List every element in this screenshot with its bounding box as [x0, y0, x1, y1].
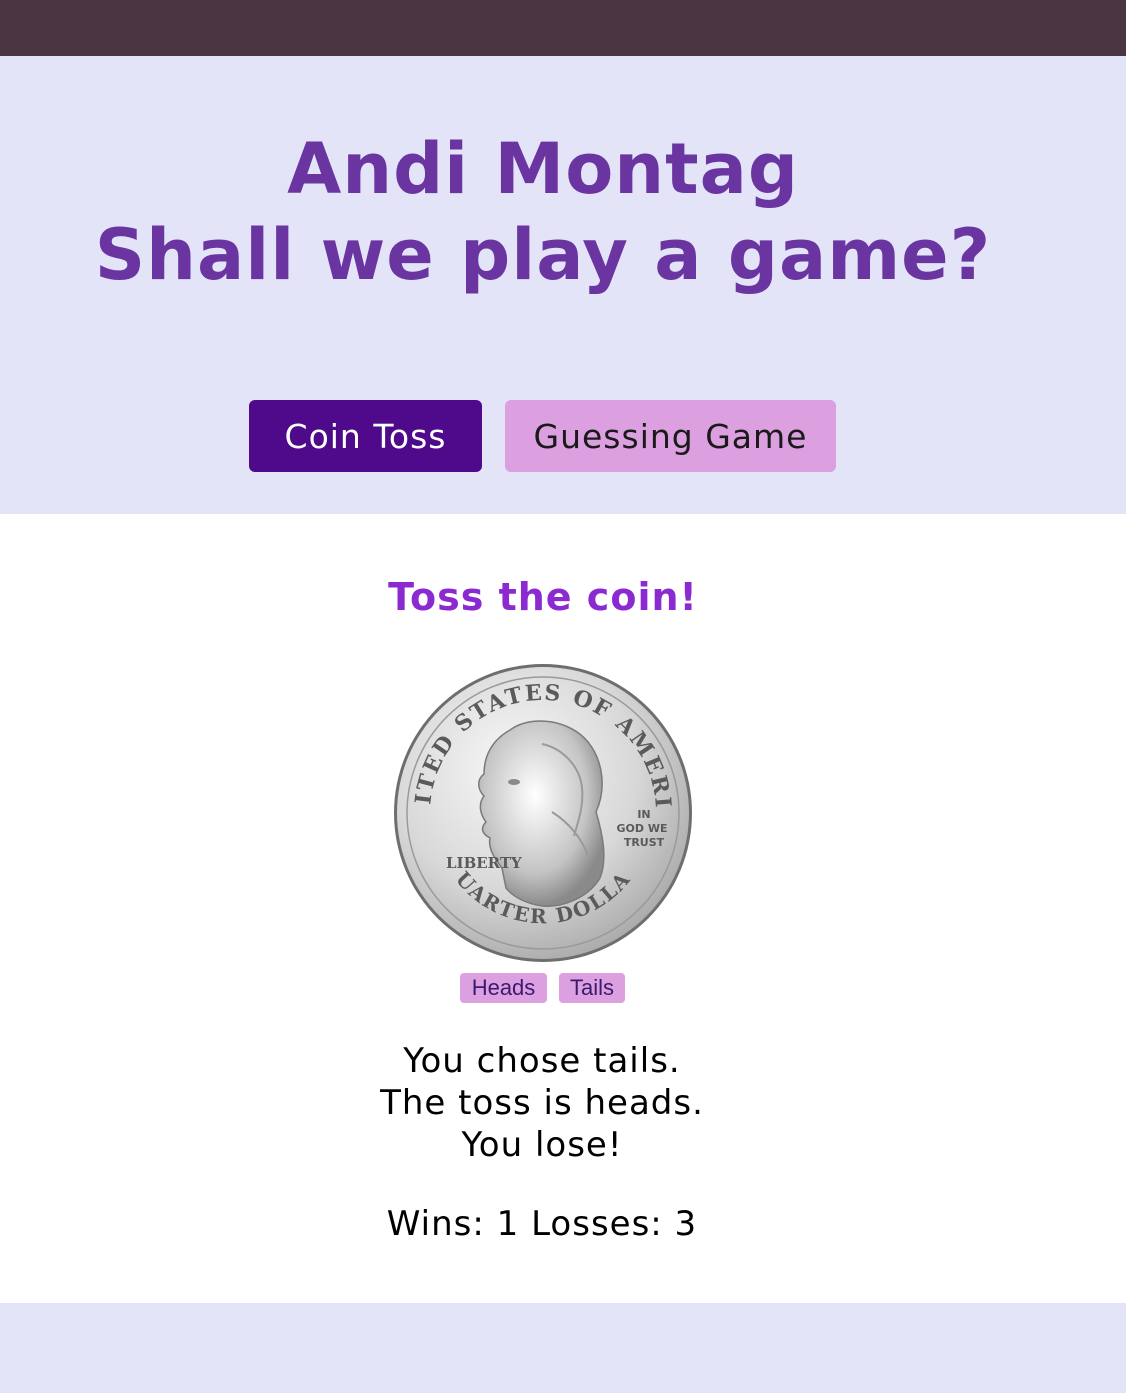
heads-button[interactable]: Heads	[460, 973, 547, 1003]
tails-button[interactable]: Tails	[559, 973, 625, 1003]
site-owner-name: Andi Montag	[287, 128, 799, 210]
result-line-toss: The toss is heads.	[380, 1083, 704, 1123]
result-line-choice: You chose tails.	[403, 1041, 681, 1081]
top-bar	[0, 0, 1126, 56]
page-title: Andi Montag Shall we play a game?	[0, 126, 1086, 298]
score-display: Wins: 1 Losses: 3	[386, 1204, 698, 1244]
page-footer	[0, 1303, 1126, 1393]
result-line-outcome: You lose!	[461, 1125, 623, 1165]
coin-motto-line-2: GOD WE	[617, 822, 668, 835]
quarter-coin-image: UNITED STATES OF AMERICA QUARTER DOLLAR …	[392, 662, 692, 962]
coin-motto-line-3: TRUST	[624, 836, 665, 849]
coin-toss-button[interactable]: Coin Toss	[249, 400, 482, 472]
toss-result: You chose tails. The toss is heads. You …	[0, 1040, 1084, 1166]
game-heading: Toss the coin!	[388, 575, 698, 619]
page-tagline: Shall we play a game?	[94, 214, 992, 296]
coin-motto-line-1: IN	[637, 808, 650, 821]
coin-liberty-text: LIBERTY	[446, 854, 522, 872]
guessing-game-button[interactable]: Guessing Game	[505, 400, 836, 472]
